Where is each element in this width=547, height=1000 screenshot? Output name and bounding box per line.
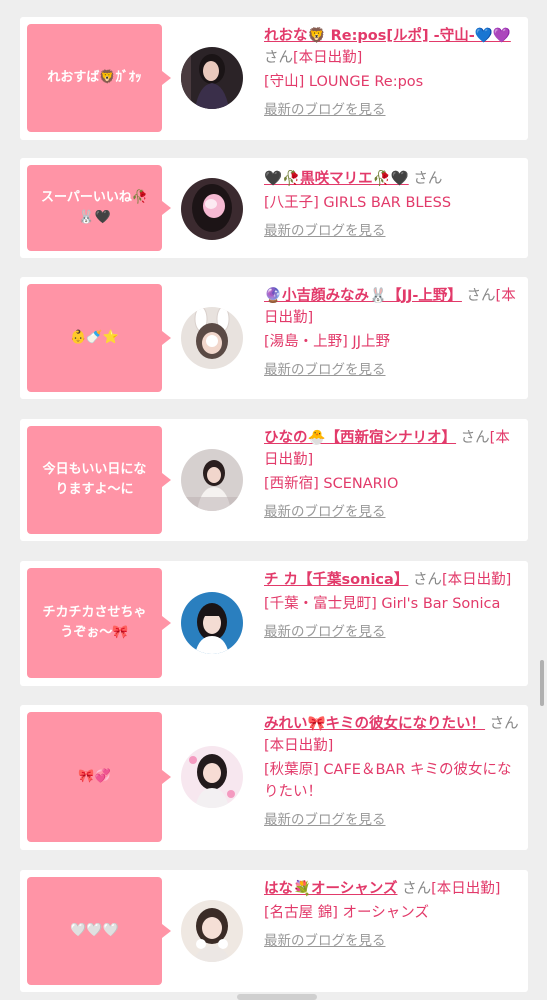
comment-text: 🎀💞 <box>78 769 111 784</box>
status-badge: [本日出勤] <box>441 572 512 588</box>
name-line: チ カ【千葉sonica】 さん[本日出勤] <box>264 569 522 591</box>
entry-info: みれい🎀キミの彼女になりたい！ さん [本日出勤] [秋葉原] CAFE＆BAR … <box>264 713 522 831</box>
girl-name-link[interactable]: みれい🎀キミの彼女になりたい！ <box>264 716 485 732</box>
blog-card: 今日もいい日になりますよ〜に ひなの🐣【西新宿シナリオ】 さん[本日出勤] [西… <box>20 419 528 541</box>
comment-text: 今日もいい日になりますよ〜に <box>42 462 147 497</box>
girl-name-link[interactable]: はな💐オーシャンズ <box>264 881 397 897</box>
shop-name: [湯島・上野] JJ上野 <box>264 334 390 350</box>
scrollbar[interactable] <box>540 660 544 706</box>
entry-info: チ カ【千葉sonica】 さん[本日出勤] [千葉・富士見町] Girl's … <box>264 569 522 643</box>
latest-blog-link[interactable]: 最新のブログを見る <box>264 220 386 242</box>
avatar[interactable] <box>181 449 243 511</box>
avatar[interactable] <box>181 592 243 654</box>
comment-bubble: スーパーいいね🥀🐰🖤 <box>27 165 171 251</box>
shop-name: [守山] LOUNGE Re:pos <box>264 74 424 90</box>
comment-bubble: 🎀💞 <box>27 712 171 842</box>
name-line: はな💐オーシャンズ さん[本日出勤] <box>264 878 522 900</box>
girl-name-link[interactable]: ひなの🐣【西新宿シナリオ】 <box>264 430 456 446</box>
name-line: みれい🎀キミの彼女になりたい！ さん [本日出勤] <box>264 713 522 757</box>
latest-blog-link[interactable]: 最新のブログを見る <box>264 359 386 381</box>
home-indicator <box>237 994 317 1000</box>
comment-text: 🤍🤍🤍 <box>70 923 119 938</box>
status-badge: [本日出勤] <box>264 738 334 754</box>
entry-info: はな💐オーシャンズ さん[本日出勤] [名古屋 錦] オーシャンズ 最新のブログ… <box>264 878 522 952</box>
latest-blog-link[interactable]: 最新のブログを見る <box>264 501 386 523</box>
name-suffix: さん <box>460 430 490 446</box>
comment-bubble: チカチカさせちゃうぞぉ〜🎀 <box>27 568 171 678</box>
latest-blog-link[interactable]: 最新のブログを見る <box>264 809 386 831</box>
entry-info: 🖤🥀黒咲マリエ🥀🖤 さん [八王子] GIRLS BAR BLESS 最新のブロ… <box>264 168 522 242</box>
comment-bubble: 👶🍼⭐ <box>27 284 171 392</box>
name-line: れおな🦁 Re:pos[ルポ] -守山-💙💜 さん[本日出勤] <box>264 25 522 69</box>
avatar[interactable] <box>181 178 243 240</box>
latest-blog-link[interactable]: 最新のブログを見る <box>264 621 386 643</box>
latest-blog-link[interactable]: 最新のブログを見る <box>264 930 386 952</box>
name-suffix: さん <box>413 171 443 187</box>
name-suffix: さん <box>264 50 293 66</box>
blog-card: 👶🍼⭐ 🔮小吉顔みなみ🐰【JJ-上野】 さん[本日出勤] [湯島・上野] JJ上… <box>20 277 528 399</box>
comment-bubble: れおすば🦁ｶﾞｵｯ <box>27 24 171 132</box>
comment-text: れおすば🦁ｶﾞｵｯ <box>47 70 142 85</box>
status-badge: [本日出勤] <box>293 50 363 66</box>
avatar[interactable] <box>181 900 243 962</box>
name-suffix: さん <box>466 288 496 304</box>
entry-info: 🔮小吉顔みなみ🐰【JJ-上野】 さん[本日出勤] [湯島・上野] JJ上野 最新… <box>264 285 522 381</box>
shop-name: [名古屋 錦] オーシャンズ <box>264 905 429 921</box>
name-line: 🖤🥀黒咲マリエ🥀🖤 さん <box>264 168 522 190</box>
shop-name: [西新宿] SCENARIO <box>264 476 399 492</box>
blog-card: チカチカさせちゃうぞぉ〜🎀 チ カ【千葉sonica】 さん[本日出勤] [千葉… <box>20 561 528 686</box>
comment-text: 👶🍼⭐ <box>70 330 119 345</box>
entry-info: れおな🦁 Re:pos[ルポ] -守山-💙💜 さん[本日出勤] [守山] LOU… <box>264 25 522 121</box>
girl-name-link[interactable]: チ カ【千葉sonica】 <box>264 572 408 588</box>
blog-card: 🎀💞 みれい🎀キミの彼女になりたい！ さん [本日出勤] [秋葉原] CAFE＆B… <box>20 705 528 850</box>
blog-card: スーパーいいね🥀🐰🖤 🖤🥀黒咲マリエ🥀🖤 さん [八王子] GIRLS BAR … <box>20 158 528 258</box>
shop-name: [千葉・富士見町] Girl's Bar Sonica <box>264 596 501 612</box>
name-suffix: さん <box>412 572 442 588</box>
girl-name-link[interactable]: れおな🦁 Re:pos[ルポ] -守山-💙💜 <box>264 28 511 44</box>
shop-name: [秋葉原] CAFE＆BAR キミの彼女になりたい！ <box>264 762 512 800</box>
latest-blog-link[interactable]: 最新のブログを見る <box>264 99 386 121</box>
name-suffix: さん <box>489 716 519 732</box>
status-badge: [本日出勤] <box>431 881 501 897</box>
avatar[interactable] <box>181 746 243 808</box>
girl-name-link[interactable]: 🔮小吉顔みなみ🐰【JJ-上野】 <box>264 288 462 304</box>
comment-bubble: 今日もいい日になりますよ〜に <box>27 426 171 534</box>
avatar[interactable] <box>181 307 243 369</box>
shop-name: [八王子] GIRLS BAR BLESS <box>264 195 452 211</box>
name-line: ひなの🐣【西新宿シナリオ】 さん[本日出勤] <box>264 427 522 471</box>
name-suffix: さん <box>402 881 432 897</box>
avatar[interactable] <box>181 47 243 109</box>
comment-text: チカチカさせちゃうぞぉ〜🎀 <box>42 605 147 640</box>
blog-feed: れおすば🦁ｶﾞｵｯ れおな🦁 Re:pos[ルポ] -守山-💙💜 さん[本日出勤… <box>0 0 547 1000</box>
name-line: 🔮小吉顔みなみ🐰【JJ-上野】 さん[本日出勤] <box>264 285 522 329</box>
comment-bubble: 🤍🤍🤍 <box>27 877 171 985</box>
blog-card: れおすば🦁ｶﾞｵｯ れおな🦁 Re:pos[ルポ] -守山-💙💜 さん[本日出勤… <box>20 17 528 140</box>
entry-info: ひなの🐣【西新宿シナリオ】 さん[本日出勤] [西新宿] SCENARIO 最新… <box>264 427 522 523</box>
girl-name-link[interactable]: 🖤🥀黒咲マリエ🥀🖤 <box>264 171 409 187</box>
comment-text: スーパーいいね🥀🐰🖤 <box>40 190 149 225</box>
blog-card: 🤍🤍🤍 はな💐オーシャンズ さん[本日出勤] [名古屋 錦] オーシャンズ 最新… <box>20 870 528 992</box>
